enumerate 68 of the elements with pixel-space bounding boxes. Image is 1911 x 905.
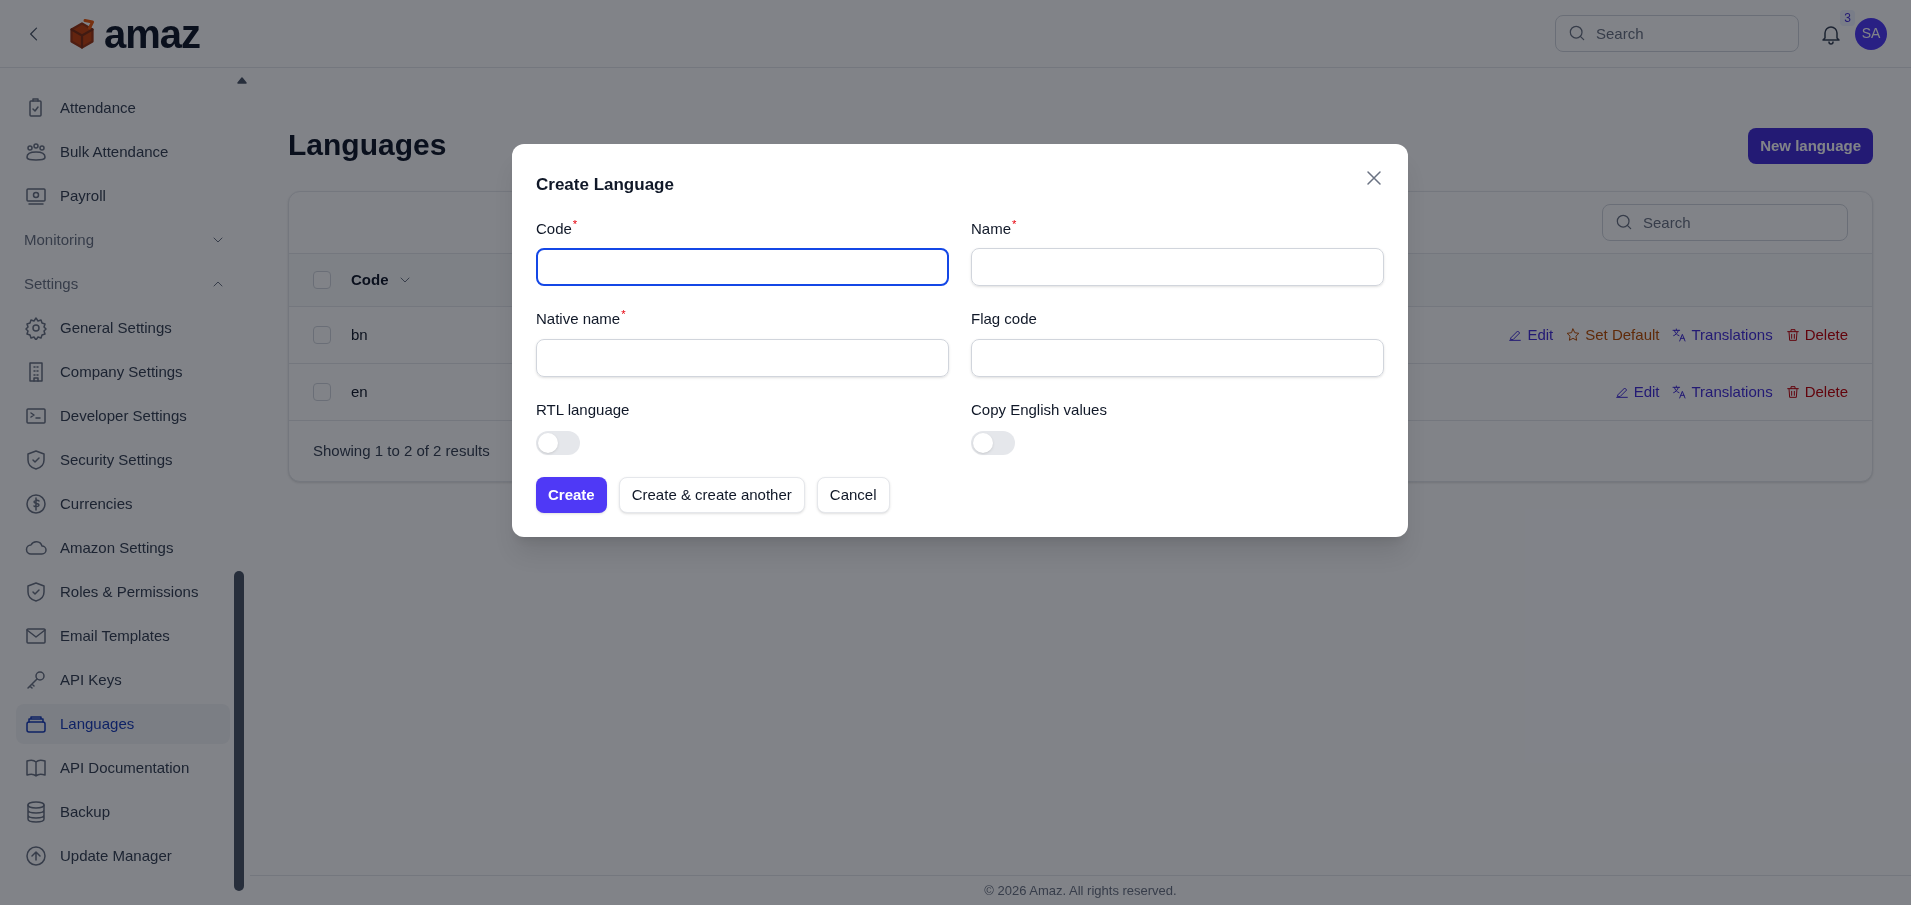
- table-cell-text: bn: [351, 324, 369, 345]
- sidebar-section[interactable]: Monitoring: [16, 220, 230, 260]
- book-icon: [24, 756, 48, 780]
- sidebar-item[interactable]: Roles & Permissions: [16, 572, 230, 612]
- trash-icon: [1784, 327, 1801, 343]
- sidebar-item[interactable]: Currencies: [16, 484, 230, 524]
- new-language-button[interactable]: New language: [1748, 128, 1873, 164]
- table-cell-text: en: [351, 381, 369, 402]
- logo-text: amaz: [104, 13, 201, 54]
- shield-icon: [24, 448, 48, 472]
- sidebar-item[interactable]: Languages: [16, 704, 230, 744]
- column-header[interactable]: Code: [351, 268, 413, 292]
- toggle-switch[interactable]: [971, 431, 1015, 455]
- notification-count: 3: [1840, 9, 1855, 26]
- dialog-button[interactable]: Cancel: [816, 477, 890, 513]
- settings-icon: [24, 316, 48, 340]
- sidebar-item[interactable]: Backup: [16, 792, 230, 832]
- field-label: Flag code: [971, 309, 1038, 329]
- sidebar-item[interactable]: Developer Settings: [16, 396, 230, 436]
- sidebar-item[interactable]: Email Templates: [16, 616, 230, 656]
- search-field[interactable]: Search: [1602, 204, 1848, 241]
- sidebar-item[interactable]: API Documentation: [16, 748, 230, 788]
- toggle-switch[interactable]: [536, 431, 580, 455]
- field-label: Native name$^{*}$: [536, 308, 627, 329]
- sidebar-item[interactable]: Amazon Settings: [16, 528, 230, 568]
- sidebar-section[interactable]: Settings: [16, 264, 230, 304]
- dialog-title: Create Language: [536, 174, 674, 196]
- create-button[interactable]: Create: [536, 477, 607, 513]
- default-link[interactable]: Set Default: [1565, 323, 1660, 347]
- search-field[interactable]: Search: [1555, 15, 1799, 52]
- dialog-button[interactable]: Create & create another: [618, 477, 805, 513]
- sidebar-item[interactable]: Update Manager: [16, 836, 230, 876]
- page-title: Languages: [288, 127, 447, 163]
- dollar-icon: [24, 492, 48, 516]
- field-label: RTL language: [536, 399, 631, 420]
- search-icon: [1614, 212, 1634, 232]
- field-label: Code$^{*}$: [536, 217, 579, 239]
- edit-link[interactable]: Edit: [1507, 323, 1554, 347]
- translations-link[interactable]: Translations: [1671, 323, 1773, 347]
- field-label: Name$^{*}$: [971, 217, 1018, 239]
- database-icon: [24, 800, 48, 824]
- translations-link[interactable]: Translations: [1671, 380, 1773, 404]
- results-summary: Showing 1 to 2 of 2 results: [313, 440, 490, 461]
- translate-icon: [1671, 384, 1688, 400]
- edit-link[interactable]: Edit: [1613, 380, 1660, 404]
- footer-text: © 2026 Amaz. All rights reserved.: [984, 881, 1177, 900]
- shield-icon: [24, 580, 48, 604]
- key-icon: [24, 668, 48, 692]
- sidebar-item[interactable]: Payroll: [16, 176, 230, 216]
- translate-icon: [1671, 327, 1688, 343]
- sidebar-item[interactable]: Company Settings: [16, 352, 230, 392]
- input-field[interactable]: [536, 248, 949, 286]
- delete-link[interactable]: Delete: [1784, 323, 1848, 347]
- upload-icon: [24, 844, 48, 868]
- sidebar-item[interactable]: Bulk Attendance: [16, 132, 230, 172]
- sidebar-item[interactable]: API Keys: [16, 660, 230, 700]
- star-icon: [1565, 327, 1582, 343]
- trash-icon: [1784, 384, 1801, 400]
- sidebar-item[interactable]: General Settings: [16, 308, 230, 348]
- field-label: Copy English values: [971, 399, 1108, 420]
- search-icon: [1567, 23, 1587, 43]
- delete-link[interactable]: Delete: [1784, 380, 1848, 404]
- scrollbar-thumb[interactable]: [234, 571, 244, 891]
- sidebar-item[interactable]: Security Settings: [16, 440, 230, 480]
- avatar[interactable]: SA: [1855, 17, 1887, 50]
- scroll-up-icon: [236, 74, 248, 86]
- people-icon: [24, 140, 48, 164]
- sidebar-item[interactable]: Attendance: [16, 88, 230, 128]
